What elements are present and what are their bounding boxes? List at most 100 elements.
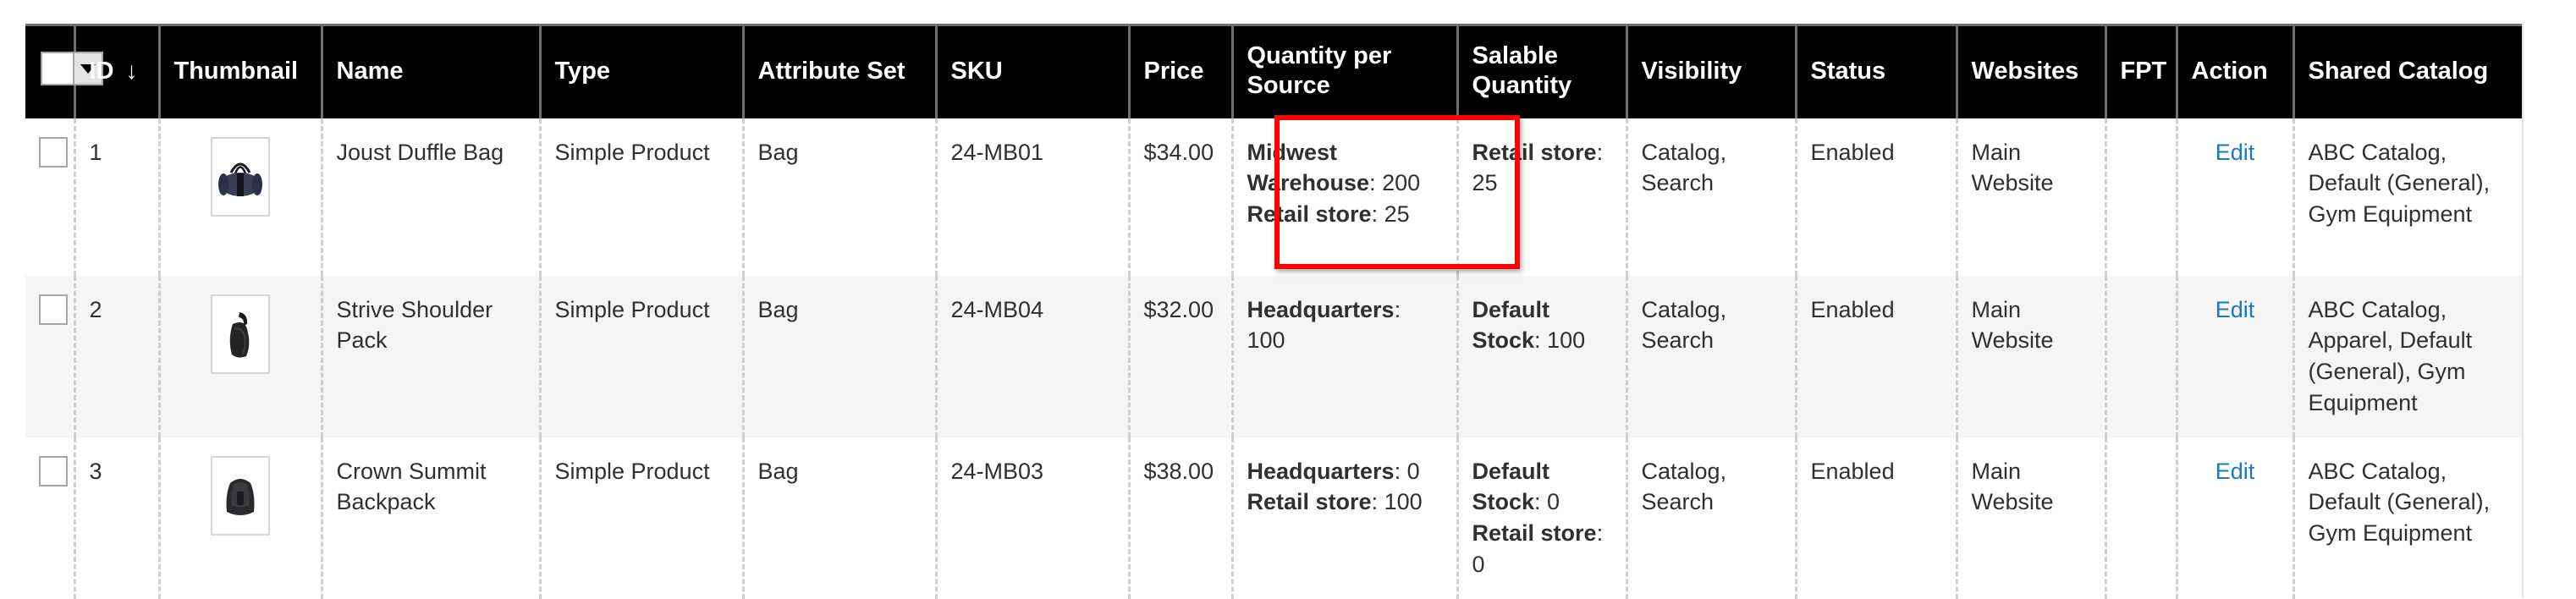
cell-websites-value: Main Website [1971, 139, 2054, 196]
cell-attribute-set: Bag [743, 437, 938, 599]
cell-sku: 24-MB03 [936, 437, 1131, 599]
cell-salable-quantity: Default Stock: 100 [1457, 275, 1628, 437]
column-header-shared-catalog[interactable]: Shared Catalog [2293, 23, 2524, 118]
quantity-source-name: Retail store [1247, 489, 1372, 515]
quantity-source-name: Midwest Warehouse [1247, 139, 1370, 196]
table-row[interactable]: 1 Joust Duffle Bag Simple Product Bag 24-MB0… [25, 118, 2524, 276]
cell-price: $32.00 [1129, 275, 1234, 437]
cell-websites: Main Website [1957, 118, 2107, 276]
column-header-websites-label: Websites [1971, 57, 2079, 85]
cell-websites: Main Website [1957, 437, 2107, 599]
cell-visibility: Catalog, Search [1627, 118, 1797, 276]
cell-id: 2 [74, 275, 161, 437]
cell-fpt [2105, 118, 2178, 276]
column-header-sku[interactable]: SKU [936, 23, 1131, 118]
grid-header-row: ID ↓ Thumbnail Name Type Attribute Set SK… [25, 23, 2524, 118]
column-header-status[interactable]: Status [1796, 23, 1958, 118]
quantity-source-line: Headquarters: 100 [1247, 294, 1443, 356]
cell-salable-quantity: Default Stock: 0 Retail store: 0 [1457, 437, 1628, 599]
salable-quantity-value: 0 [1472, 551, 1485, 577]
column-header-shared-catalog-label: Shared Catalog [2308, 57, 2489, 85]
quantity-source-separator: : [1394, 296, 1401, 322]
cell-websites: Main Website [1957, 275, 2107, 437]
cell-attribute-set: Bag [743, 118, 938, 276]
select-all-checkbox[interactable] [42, 52, 73, 84]
cell-action: Edit [2177, 118, 2295, 276]
column-header-name-label: Name [336, 57, 404, 85]
column-header-thumbnail[interactable]: Thumbnail [159, 23, 323, 118]
column-header-sku-label: SKU [950, 57, 1003, 85]
column-header-visibility-label: Visibility [1641, 57, 1742, 85]
row-checkbox[interactable] [39, 455, 68, 486]
cell-status: Enabled [1796, 437, 1958, 599]
cell-quantity-per-source: Headquarters: 100 [1232, 275, 1459, 437]
cell-attribute-set-value: Bag [757, 296, 799, 322]
product-thumbnail[interactable] [211, 294, 270, 374]
row-checkbox[interactable] [39, 294, 68, 325]
row-checkbox[interactable] [39, 136, 68, 168]
cell-shared-catalog-value: ABC Catalog, Default (General), Gym Equi… [2308, 458, 2491, 547]
cell-visibility-value: Catalog, Search [1641, 139, 1727, 196]
cell-price-value: $32.00 [1143, 296, 1214, 322]
quantity-source-value: 25 [1384, 201, 1410, 228]
table-row[interactable]: 3 Crown Summit Backpack Simple Product Bag 2… [25, 437, 2524, 599]
column-header-attribute-set[interactable]: Attribute Set [743, 23, 938, 118]
quantity-source-value: 0 [1406, 458, 1420, 484]
cell-price: $34.00 [1129, 118, 1234, 276]
cell-sku: 24-MB04 [936, 275, 1131, 437]
row-select-cell [25, 118, 76, 276]
column-header-quantity-per-source[interactable]: Quantity per Source [1232, 23, 1459, 118]
salable-separator: : [1596, 139, 1604, 165]
cell-price: $38.00 [1129, 437, 1234, 599]
cell-type: Simple Product [540, 275, 745, 437]
salable-stock-name: Retail store [1472, 139, 1597, 165]
column-header-visibility[interactable]: Visibility [1627, 23, 1797, 118]
cell-visibility: Catalog, Search [1627, 275, 1797, 437]
cell-price-value: $34.00 [1143, 139, 1214, 165]
column-header-price[interactable]: Price [1129, 23, 1234, 118]
column-header-salable-quantity[interactable]: Salable Quantity [1457, 23, 1628, 118]
row-select-cell [25, 275, 76, 437]
salable-stock-name: Retail store [1472, 520, 1597, 547]
salable-quantity-value: 0 [1547, 489, 1560, 515]
sort-descending-icon: ↓ [125, 57, 138, 84]
cell-shared-catalog: ABC Catalog, Default (General), Gym Equi… [2293, 118, 2524, 276]
row-select-cell [25, 437, 76, 599]
edit-link[interactable]: Edit [2215, 297, 2255, 322]
product-grid-screen: ID ↓ Thumbnail Name Type Attribute Set SK… [0, 0, 2576, 599]
cell-name-value: Strive Shoulder Pack [336, 296, 493, 354]
cell-price-value: $38.00 [1143, 458, 1214, 484]
cell-id-value: 1 [89, 139, 102, 165]
cell-attribute-set: Bag [743, 275, 938, 437]
column-header-select [25, 23, 103, 118]
column-header-name[interactable]: Name [322, 23, 542, 118]
cell-type-value: Simple Product [554, 458, 710, 484]
cell-status: Enabled [1796, 275, 1958, 437]
cell-shared-catalog: ABC Catalog, Apparel, Default (General),… [2293, 275, 2524, 437]
table-row[interactable]: 2 Strive Shoulder Pack Simple Product Bag 24… [25, 275, 2524, 437]
salable-separator: : [1534, 327, 1548, 354]
column-header-id-label: ID [89, 57, 114, 85]
cell-action: Edit [2177, 437, 2295, 599]
quantity-source-separator: : [1371, 201, 1384, 228]
column-header-status-label: Status [1810, 57, 1886, 85]
column-header-websites[interactable]: Websites [1957, 23, 2107, 118]
cell-name-value: Crown Summit Backpack [336, 458, 487, 515]
grid-body: 1 Joust Duffle Bag Simple Product Bag 24-MB0… [25, 118, 2524, 599]
cell-thumbnail [159, 118, 323, 276]
quantity-source-line: Retail store: 100 [1247, 486, 1443, 518]
column-header-type[interactable]: Type [540, 23, 745, 118]
column-header-fpt[interactable]: FPT [2105, 23, 2178, 118]
edit-link[interactable]: Edit [2215, 459, 2255, 484]
product-thumbnail[interactable] [211, 136, 270, 217]
cell-visibility-value: Catalog, Search [1641, 458, 1727, 515]
cell-sku-value: 24-MB03 [950, 458, 1044, 484]
cell-quantity-per-source: Midwest Warehouse: 200 Retail store: 25 [1232, 118, 1459, 276]
cell-quantity-per-source: Headquarters: 0 Retail store: 100 [1232, 437, 1459, 599]
cell-shared-catalog: ABC Catalog, Default (General), Gym Equi… [2293, 437, 2524, 599]
product-thumbnail[interactable] [211, 455, 270, 536]
quantity-source-name: Headquarters [1247, 296, 1395, 322]
quantity-source-line: Retail store: 25 [1247, 199, 1443, 230]
column-header-action[interactable]: Action [2177, 23, 2295, 118]
edit-link[interactable]: Edit [2215, 140, 2255, 165]
